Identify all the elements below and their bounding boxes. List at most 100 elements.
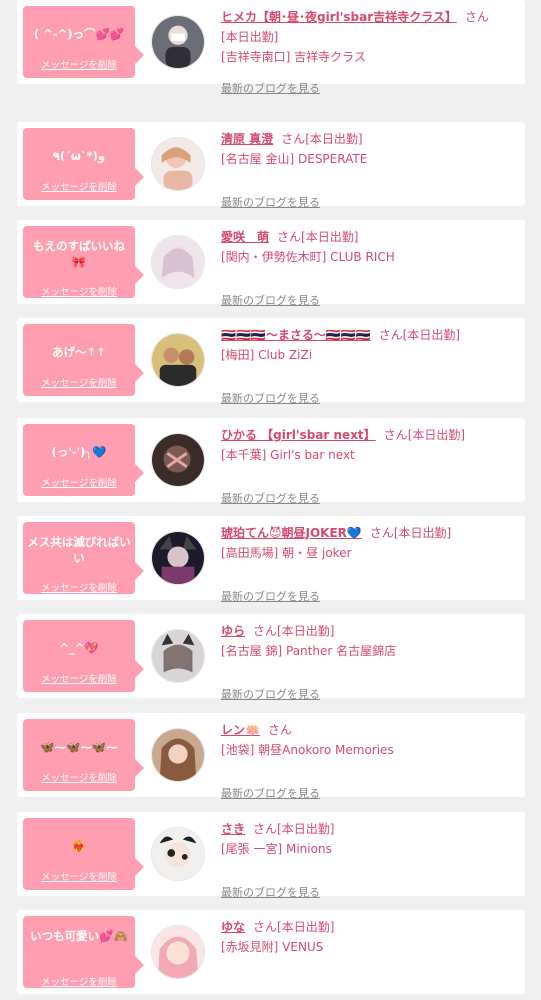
cast-name-link[interactable]: 🇹🇭🇹🇭🇹🇭〜まさる〜🇹🇭🇹🇭🇹🇭	[221, 328, 371, 342]
latest-blog-link[interactable]: 最新のブログを見る	[221, 292, 320, 308]
latest-blog-link[interactable]: 最新のブログを見る	[221, 686, 320, 702]
shop-text: [名古屋 金山] DESPERATE	[221, 152, 368, 166]
avatar[interactable]	[151, 333, 205, 387]
honorific: さん	[464, 10, 489, 24]
latest-blog-link[interactable]: 最新のブログを見る	[221, 80, 320, 96]
message-text: あげ〜↑↑	[52, 345, 106, 359]
cast-info: 琥珀てん😈朝昼JOKER💙 さん[本日出勤] [高田馬場] 朝・昼 joker	[221, 523, 517, 563]
list-item: ^_^💖 メッセージを削除 ゆら さん[本日出勤] [名古屋 錦] Panther…	[17, 614, 525, 701]
message-bubble: いつも可愛い💕🙈 メッセージを削除	[23, 916, 144, 988]
list-item: いつも可愛い💕🙈 メッセージを削除 ゆな さん[本日出勤] [赤坂見附] VENU…	[17, 910, 525, 994]
cast-name-link[interactable]: 清原 真澄	[221, 132, 273, 146]
message-bubble: ^_^💖 メッセージを削除	[23, 620, 144, 692]
honorific: さん	[253, 822, 278, 836]
status-text: [本日出勤]	[301, 230, 359, 244]
message-text: (っ'-')╮💙	[51, 445, 107, 459]
cast-name-link[interactable]: さき	[221, 822, 245, 836]
message-bubble: ٩(ˊωˋ*)و メッセージを削除	[23, 128, 144, 200]
delete-message-link[interactable]: メッセージを削除	[23, 375, 135, 389]
shop-text: [名古屋 錦] Panther 名古屋錦店	[221, 644, 397, 658]
cast-info: 🇹🇭🇹🇭🇹🇭〜まさる〜🇹🇭🇹🇭🇹🇭 さん[本日出勤] [梅田] Club ZiZi	[221, 325, 517, 365]
message-bubble: メス共は滅びればいい メッセージを削除	[23, 522, 144, 594]
latest-blog-link[interactable]: 最新のブログを見る	[221, 490, 320, 506]
shop-text: [本千葉] Girl's bar next	[221, 448, 355, 462]
message-list: ( ^-^)っ⌒💕💕 メッセージを削除 ヒメカ【朝･昼･夜girl'sbar吉祥…	[0, 0, 541, 1000]
message-bubble: (っ'-')╮💙 メッセージを削除	[23, 424, 144, 496]
list-item: (っ'-')╮💙 メッセージを削除 ひかる 【girl'sbar next】 さん…	[17, 418, 525, 505]
message-text: ٩(ˊωˋ*)و	[52, 149, 106, 163]
delete-message-link[interactable]: メッセージを削除	[23, 179, 135, 193]
cast-name-link[interactable]: 琥珀てん😈朝昼JOKER💙	[221, 526, 362, 540]
honorific: さん	[378, 328, 403, 342]
list-item: メス共は滅びればいい メッセージを削除 琥珀てん😈朝昼JOKER💙 さん[本日出勤…	[17, 516, 525, 603]
cast-name-link[interactable]: ひかる 【girl'sbar next】	[221, 428, 376, 442]
latest-blog-link[interactable]: 最新のブログを見る	[221, 390, 320, 406]
status-text: [本日出勤]	[402, 328, 461, 342]
delete-message-link[interactable]: メッセージを削除	[23, 580, 135, 594]
avatar[interactable]	[151, 629, 205, 683]
avatar[interactable]	[151, 827, 205, 881]
message-bubble: ❤️‍🔥 メッセージを削除	[23, 818, 144, 890]
list-item: ٩(ˊωˋ*)و メッセージを削除 清原 真澄 さん[本日出勤] [名古屋 金山]…	[17, 122, 525, 209]
latest-blog-link[interactable]: 最新のブログを見る	[221, 194, 320, 210]
avatar[interactable]	[151, 433, 205, 487]
cast-name-link[interactable]: 愛咲 萌	[221, 230, 269, 244]
cast-name-link[interactable]: ゆら	[221, 624, 245, 638]
avatar[interactable]	[151, 235, 205, 289]
delete-message-link[interactable]: メッセージを削除	[23, 57, 135, 71]
message-text: メス共は滅びればいい	[27, 535, 131, 565]
status-text: [本日出勤]	[393, 526, 452, 540]
honorific: さん	[253, 624, 278, 638]
delete-message-link[interactable]: メッセージを削除	[23, 869, 135, 883]
cast-info: ゆら さん[本日出勤] [名古屋 錦] Panther 名古屋錦店	[221, 621, 517, 661]
status-text: [本日出勤]	[277, 920, 335, 934]
avatar[interactable]	[151, 15, 205, 69]
avatar[interactable]	[151, 728, 205, 782]
message-bubble: もえのすばいいね🎀 メッセージを削除	[23, 226, 144, 298]
message-text: ^_^💖	[59, 641, 99, 655]
shop-text: [赤坂見附] VENUS	[221, 940, 324, 954]
honorific: さん	[369, 526, 394, 540]
message-text: 🦋⁓🦋⁓🦋⁓	[40, 740, 118, 754]
message-text: ❤️‍🔥	[71, 839, 87, 853]
status-text: [本日出勤]	[407, 428, 466, 442]
list-item: 🦋⁓🦋⁓🦋⁓ メッセージを削除 レン🪷 さん [池袋] 朝昼Anokoro Mem…	[17, 713, 525, 800]
honorific: さん	[383, 428, 408, 442]
delete-message-link[interactable]: メッセージを削除	[23, 770, 135, 784]
honorific: さん	[281, 132, 306, 146]
latest-blog-link[interactable]: 最新のブログを見る	[221, 785, 320, 801]
cast-name-link[interactable]: ヒメカ【朝･昼･夜girl'sbar吉祥寺クラス】	[221, 10, 457, 24]
cast-info: さき さん[本日出勤] [尾張 一宮] Minions	[221, 819, 517, 859]
avatar[interactable]	[151, 925, 205, 979]
cast-info: ひかる 【girl'sbar next】 さん[本日出勤] [本千葉] Girl'…	[221, 425, 517, 465]
avatar[interactable]	[151, 137, 205, 191]
list-item: あげ〜↑↑ メッセージを削除 🇹🇭🇹🇭🇹🇭〜まさる〜🇹🇭🇹🇭🇹🇭 さん[本日出勤]…	[17, 318, 525, 405]
cast-name-link[interactable]: ゆな	[221, 920, 245, 934]
shop-text: [尾張 一宮] Minions	[221, 842, 332, 856]
delete-message-link[interactable]: メッセージを削除	[23, 671, 135, 685]
honorific: さん	[267, 723, 292, 737]
honorific: さん	[253, 920, 278, 934]
message-text: ( ^-^)っ⌒💕💕	[33, 27, 125, 41]
avatar[interactable]	[151, 531, 205, 585]
delete-message-link[interactable]: メッセージを削除	[23, 974, 135, 988]
delete-message-link[interactable]: メッセージを削除	[23, 284, 135, 298]
shop-text: [梅田] Club ZiZi	[221, 348, 313, 362]
cast-info: レン🪷 さん [池袋] 朝昼Anokoro Memories	[221, 720, 517, 760]
status-text: [本日出勤]	[277, 822, 335, 836]
cast-name-link[interactable]: レン🪷	[221, 723, 260, 737]
shop-text: [高田馬場] 朝・昼 joker	[221, 546, 352, 560]
shop-text: [池袋] 朝昼Anokoro Memories	[221, 743, 394, 757]
list-item: ❤️‍🔥 メッセージを削除 さき さん[本日出勤] [尾張 一宮] Minions…	[17, 812, 525, 899]
list-item: もえのすばいいね🎀 メッセージを削除 愛咲 萌さん[本日出勤] [関内・伊勢佐木…	[17, 220, 525, 307]
cast-info: 清原 真澄 さん[本日出勤] [名古屋 金山] DESPERATE	[221, 129, 517, 169]
delete-message-link[interactable]: メッセージを削除	[23, 475, 135, 489]
message-text: もえのすばいいね🎀	[33, 239, 125, 269]
latest-blog-link[interactable]: 最新のブログを見る	[221, 884, 320, 900]
message-bubble: 🦋⁓🦋⁓🦋⁓ メッセージを削除	[23, 719, 144, 791]
shop-text: [吉祥寺南口] 吉祥寺クラス	[221, 50, 366, 64]
shop-text: [関内・伊勢佐木町] CLUB RICH	[221, 250, 395, 264]
cast-info: ゆな さん[本日出勤] [赤坂見附] VENUS	[221, 917, 517, 957]
latest-blog-link[interactable]: 最新のブログを見る	[221, 588, 320, 604]
status-text: [本日出勤]	[221, 30, 279, 44]
